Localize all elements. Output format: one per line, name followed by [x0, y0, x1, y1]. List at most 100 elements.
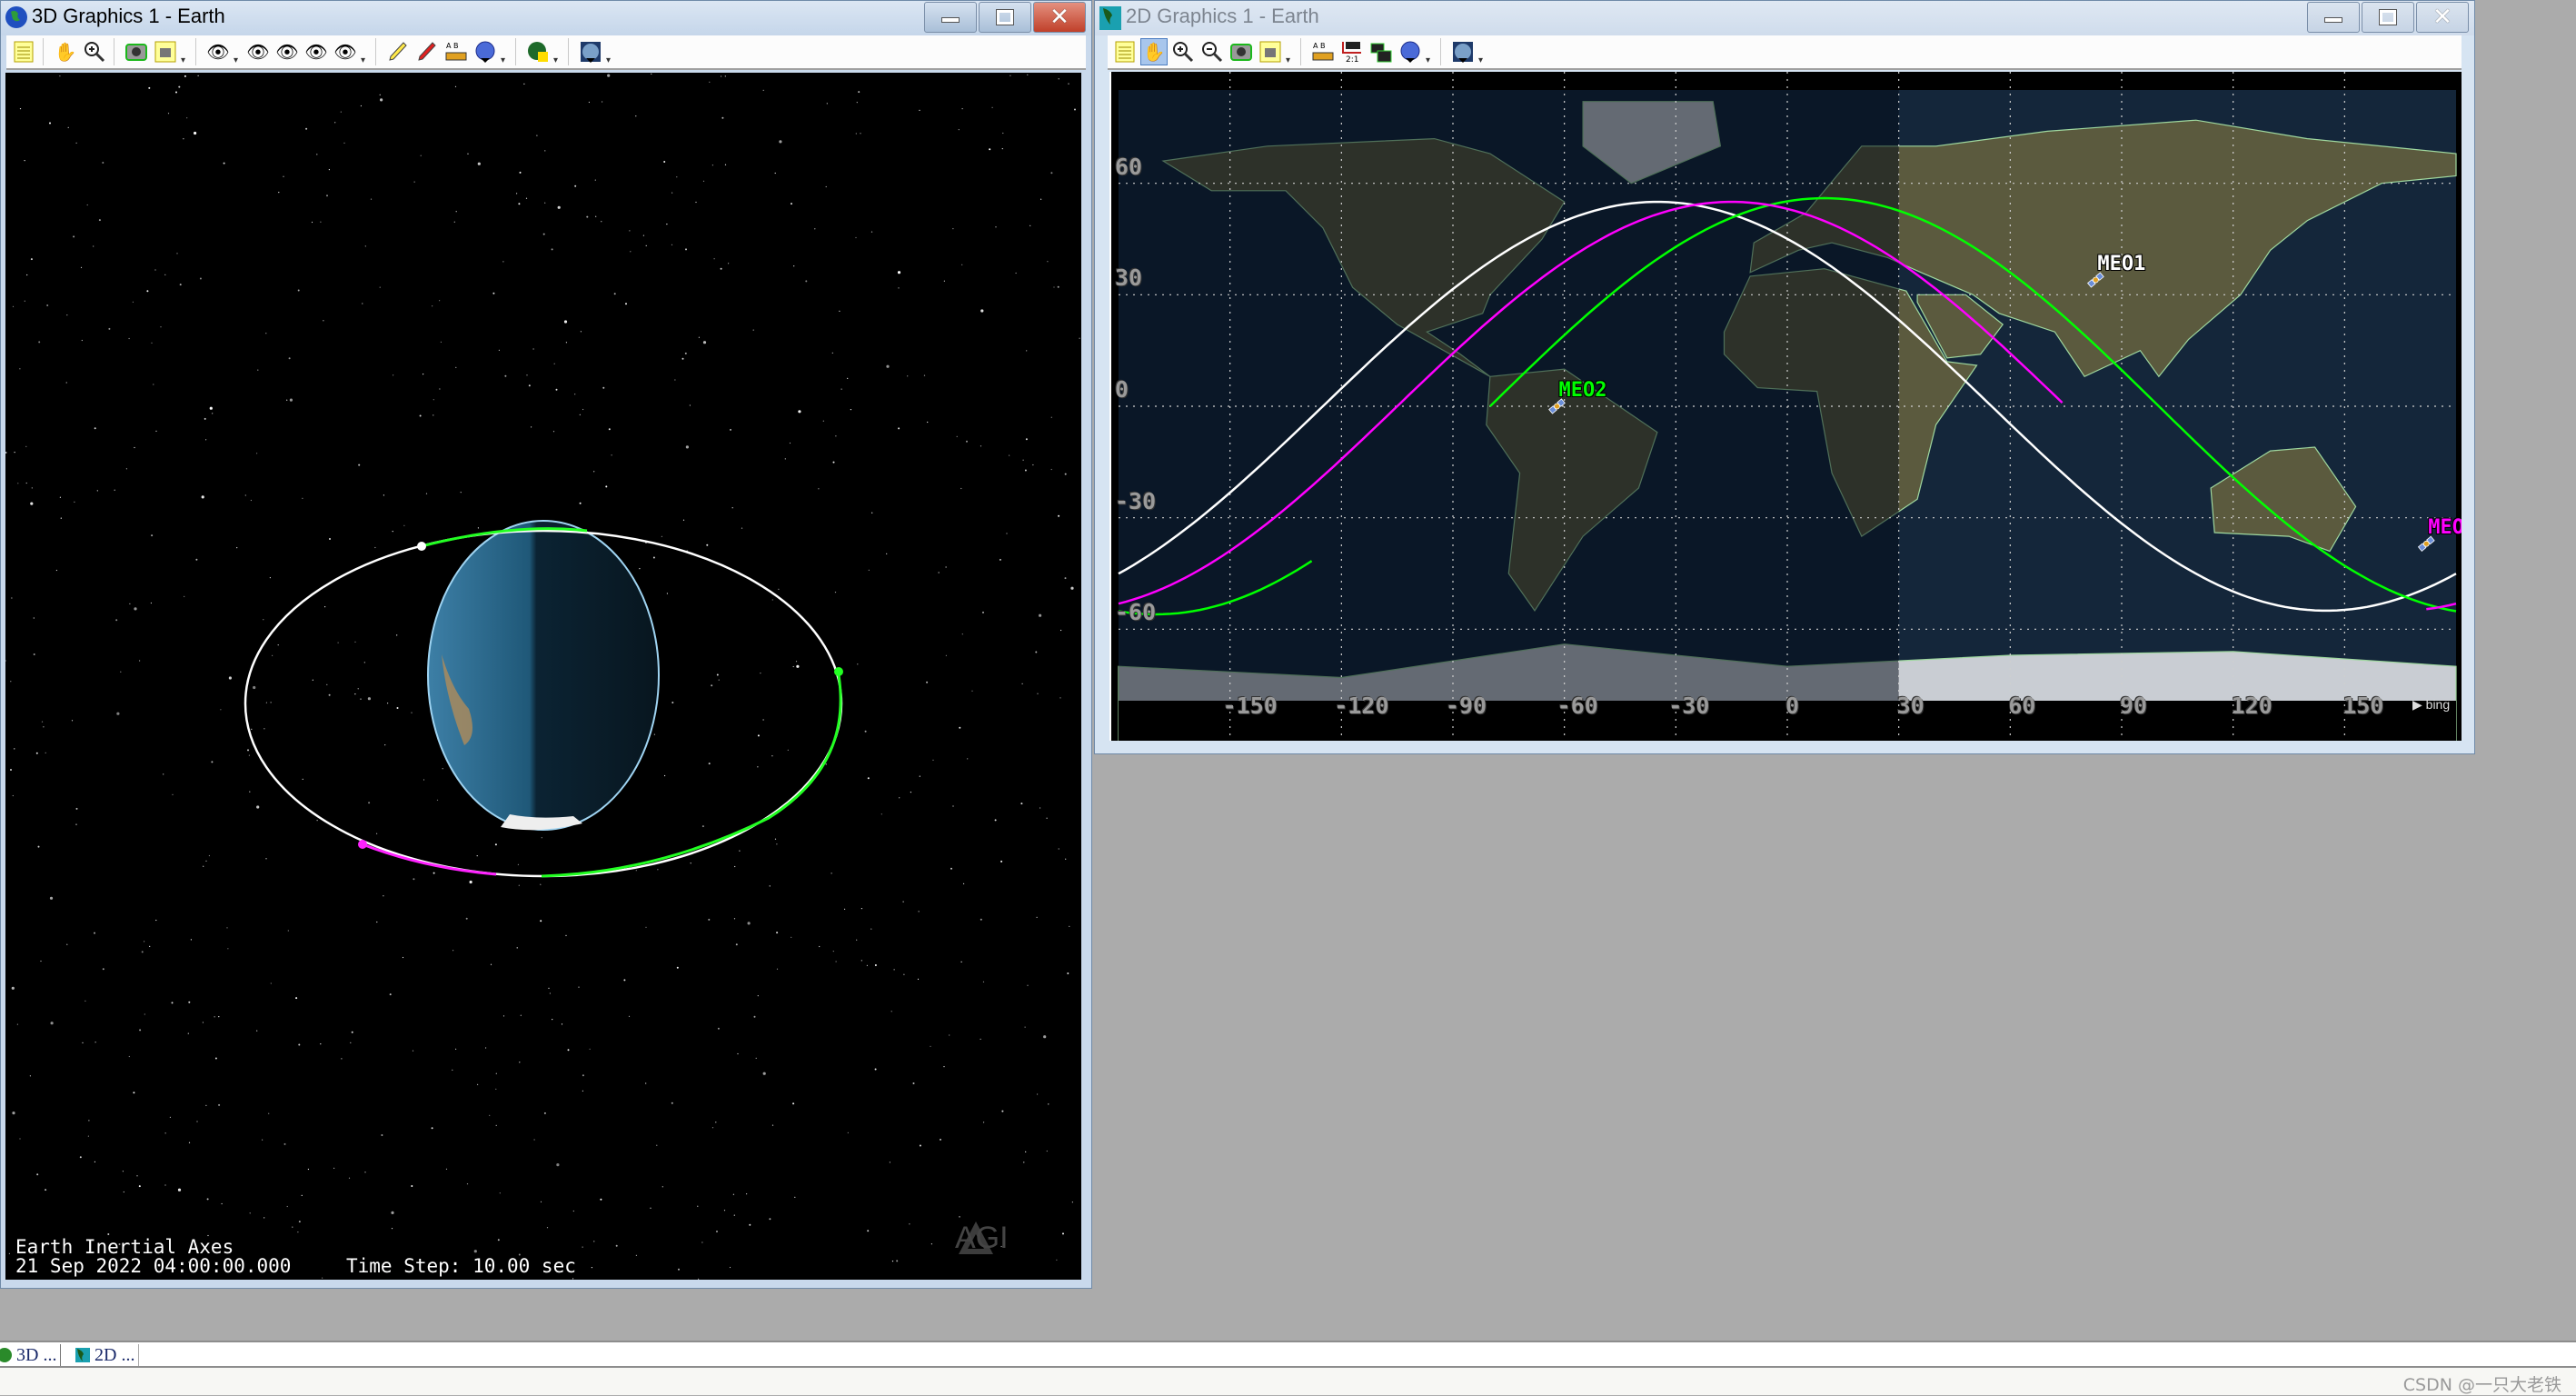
view-to-dropdown[interactable]: ▾: [361, 38, 370, 65]
longitude-label: -90: [1446, 693, 1487, 719]
maximize-icon: [996, 9, 1014, 25]
toolbar-2d: ✋ ▾ A B 2:1 ▾ ▾: [1108, 35, 2462, 70]
latitude-label: -30: [1115, 487, 1157, 514]
distance-ruler-icon[interactable]: A B: [443, 38, 470, 65]
globe-manager-icon[interactable]: [1397, 38, 1424, 65]
scene-globe-icon[interactable]: [577, 38, 604, 65]
longitude-label: 60: [2008, 693, 2036, 719]
meo2-marker[interactable]: [834, 667, 843, 676]
home-view-icon[interactable]: 👁: [244, 38, 272, 65]
aspect-ratio-icon[interactable]: 2:1: [1338, 38, 1366, 65]
meo3-marker[interactable]: [358, 840, 367, 849]
map-2d: [1118, 72, 2457, 741]
title-bar-2d[interactable]: 2D Graphics 1 - Earth ✕: [1095, 1, 2474, 35]
minimize-button[interactable]: [924, 2, 977, 33]
close-button[interactable]: ✕: [1033, 2, 1086, 33]
task-tab-2d[interactable]: 2D ...: [71, 1344, 140, 1366]
pan-hand-icon[interactable]: ✋: [52, 38, 79, 65]
scene-globe-icon[interactable]: [1449, 38, 1477, 65]
snapshot-camera-icon[interactable]: [1228, 38, 1255, 65]
mdi-window-tabs: 3D ... 2D ...: [0, 1341, 2576, 1368]
latitude-label: -60: [1115, 599, 1157, 626]
night-shadow: [1119, 90, 1899, 701]
distance-ruler-icon[interactable]: A B: [1309, 38, 1337, 65]
scene-globe-dropdown[interactable]: ▾: [606, 38, 615, 65]
task-tab-label: 2D ...: [94, 1344, 135, 1365]
svg-text:A B: A B: [446, 42, 459, 50]
viewport-2d-map[interactable]: 60 30 0 -30 -60 -150 -120 -90 -60 -30 0 30 60 90 120 15…: [1109, 72, 2462, 741]
properties-icon[interactable]: [1111, 38, 1139, 65]
close-icon: ✕: [2432, 4, 2452, 31]
longitude-label: 150: [2342, 693, 2384, 719]
window-title: 2D Graphics 1 - Earth: [1126, 5, 1319, 27]
record-movie-icon[interactable]: [1257, 38, 1284, 65]
window-3d-graphics[interactable]: 3D Graphics 1 - Earth ✕ ✋ ▾ 👁 ▾ 👁 👁 👁 👁 ▾ …: [0, 0, 1092, 1289]
map-icon: [1099, 6, 1121, 30]
maximize-button[interactable]: [979, 2, 1031, 33]
meo1-marker[interactable]: [417, 542, 426, 551]
minimize-icon: [941, 17, 960, 23]
zoom-in-icon[interactable]: [81, 38, 108, 65]
earth-layers-icon[interactable]: [524, 38, 552, 65]
longitude-label: -150: [1222, 693, 1278, 719]
longitude-label: -60: [1557, 693, 1598, 719]
earth-layers-dropdown[interactable]: ▾: [553, 38, 562, 65]
globe-manager-dropdown[interactable]: ▾: [1426, 38, 1435, 65]
view-to-icon[interactable]: 👁: [332, 38, 359, 65]
draw-pencil-icon[interactable]: [413, 38, 441, 65]
longitude-label: 30: [1896, 693, 1925, 719]
properties-icon[interactable]: [10, 38, 37, 65]
axes-label: Earth Inertial Axes: [15, 1236, 234, 1258]
task-tab-label: 3D ...: [16, 1344, 57, 1365]
longitude-label: 120: [2231, 693, 2273, 719]
satellite-label-meo2[interactable]: MEO2: [1558, 379, 1606, 402]
toolbar-3d: ✋ ▾ 👁 ▾ 👁 👁 👁 👁 ▾ A B ▾ ▾ ▾: [6, 35, 1086, 70]
toolbar-overflow-chevron[interactable]: ▾: [181, 38, 190, 65]
longitude-label: -120: [1334, 693, 1389, 719]
scene-globe-dropdown[interactable]: ▾: [1478, 38, 1487, 65]
latitude-label: 0: [1115, 376, 1129, 403]
window-title: 3D Graphics 1 - Earth: [32, 5, 225, 27]
satellite-label-meo1[interactable]: MEO1: [2097, 253, 2145, 275]
globe-manager-icon[interactable]: [472, 38, 499, 65]
status-bar: CSDN @一只大老铁: [0, 1368, 2576, 1395]
measure-pen-icon[interactable]: [384, 38, 412, 65]
globe-icon: [0, 1348, 12, 1362]
map-icon: [75, 1348, 90, 1362]
view-from-icon[interactable]: 👁: [204, 38, 232, 65]
svg-text:2:1: 2:1: [1346, 55, 1358, 64]
zoom-out-icon[interactable]: [1198, 38, 1226, 65]
latitude-label: 30: [1115, 264, 1143, 292]
earth-globe[interactable]: [427, 520, 660, 831]
minimize-icon: [2324, 17, 2342, 23]
agi-logo-text: AGI: [955, 1220, 1009, 1255]
scene-3d: [244, 520, 843, 878]
close-button[interactable]: ✕: [2416, 2, 2469, 33]
window-2d-graphics[interactable]: 2D Graphics 1 - Earth ✕ ✋ ▾ A B 2:1 ▾ ▾ …: [1094, 0, 2475, 754]
longitude-label: 0: [1785, 693, 1800, 719]
minimize-button[interactable]: [2307, 2, 2360, 33]
close-icon: ✕: [1049, 4, 1069, 31]
toolbar-overflow-chevron[interactable]: ▾: [1286, 38, 1295, 65]
title-bar-3d[interactable]: 3D Graphics 1 - Earth ✕: [1, 1, 1091, 35]
watermark: CSDN @一只大老铁: [2402, 1375, 2561, 1395]
maximize-icon: [2379, 9, 2397, 25]
longitude-label: -30: [1668, 693, 1710, 719]
time-step-label: Time Step: 10.00 sec: [346, 1255, 576, 1277]
viewport-3d[interactable]: Earth Inertial Axes 21 Sep 2022 04:00:00…: [5, 73, 1081, 1280]
down-view-icon[interactable]: 👁: [303, 38, 330, 65]
scenario-datetime: 21 Sep 2022 04:00:00.000: [15, 1255, 292, 1277]
snapshot-camera-icon[interactable]: [123, 38, 150, 65]
zoom-in-icon[interactable]: [1169, 38, 1197, 65]
record-movie-icon[interactable]: [152, 38, 179, 65]
view-from-dropdown[interactable]: ▾: [234, 38, 243, 65]
pan-hand-icon[interactable]: ✋: [1140, 38, 1168, 65]
map-projection-icon[interactable]: [1368, 38, 1395, 65]
task-tab-3d[interactable]: 3D ...: [0, 1344, 62, 1366]
satellite-label-meo3[interactable]: MEO: [2428, 516, 2462, 539]
north-view-icon[interactable]: 👁: [274, 38, 301, 65]
agi-logo: AGI: [955, 1220, 1009, 1256]
globe-manager-dropdown[interactable]: ▾: [501, 38, 510, 65]
globe-icon: [5, 6, 27, 28]
maximize-button[interactable]: [2362, 2, 2414, 33]
